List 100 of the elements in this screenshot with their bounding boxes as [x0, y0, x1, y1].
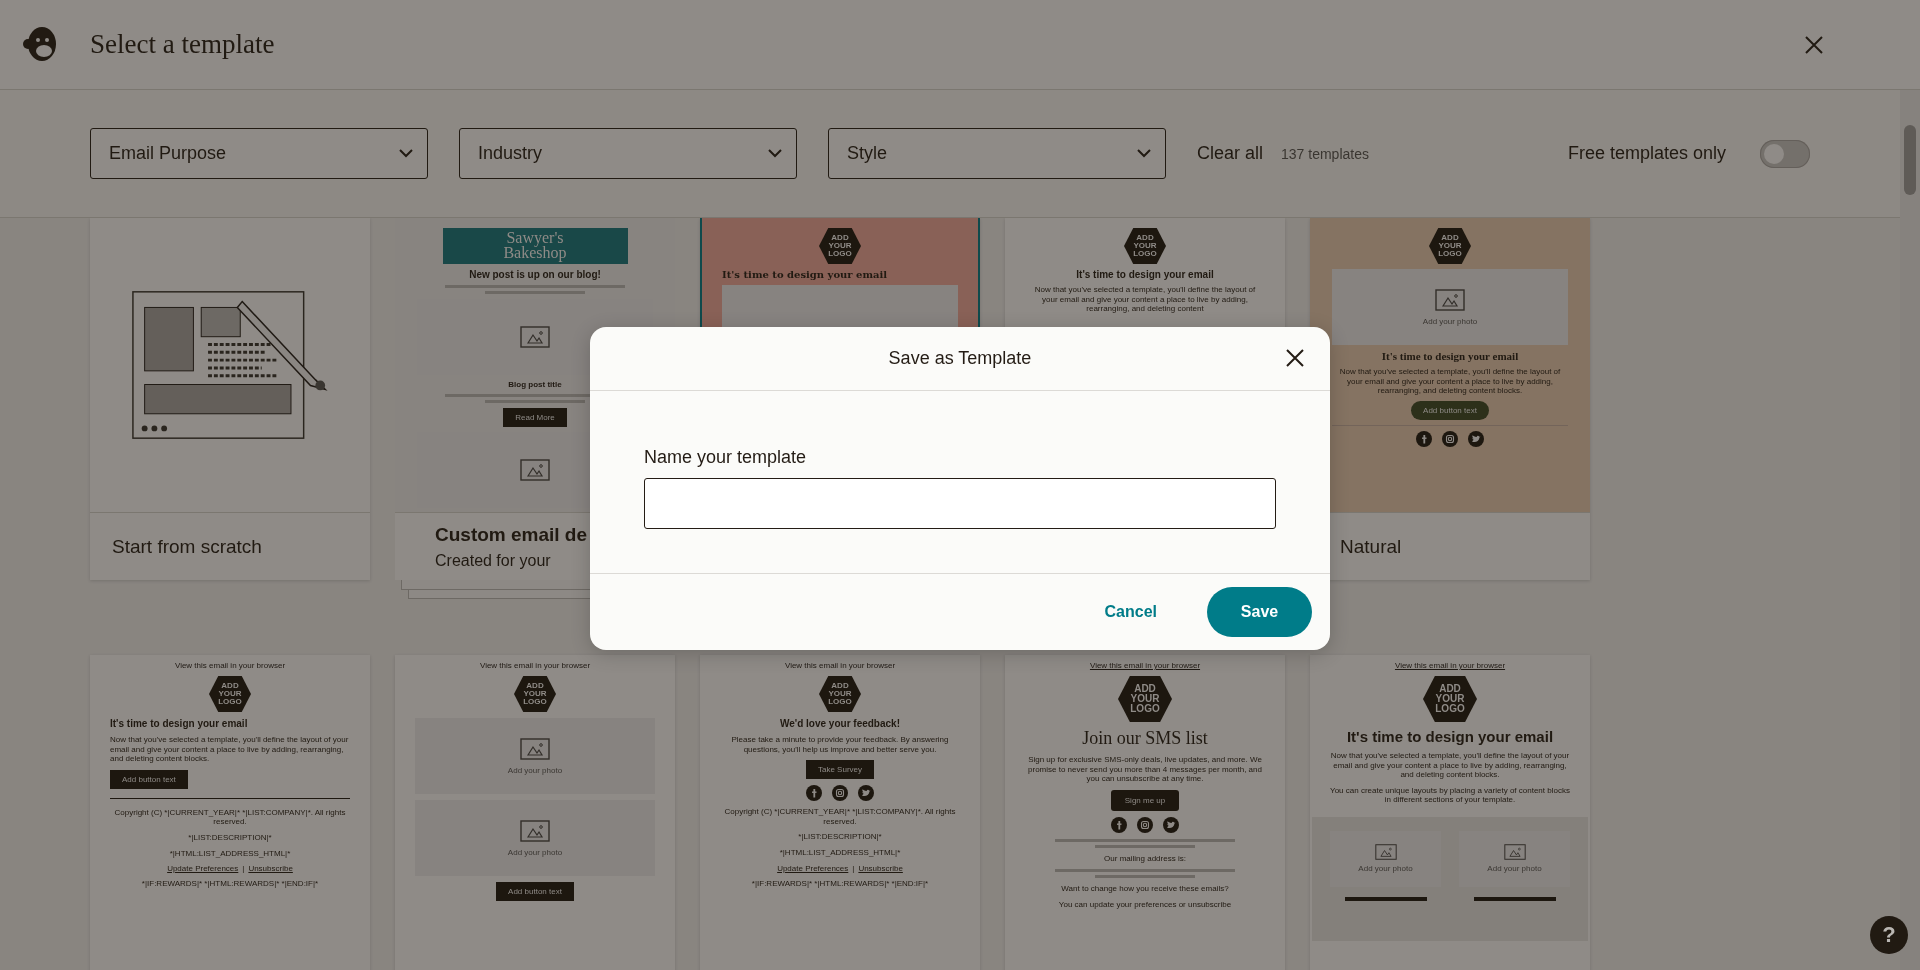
- email-text: *|IF:REWARDS|* *|HTML:REWARDS|* *|END:IF|*: [750, 878, 930, 889]
- image-icon: [1435, 288, 1465, 311]
- separator-text: |: [242, 864, 245, 874]
- bird-icon[interactable]: [858, 785, 874, 802]
- email-heading: Join our SMS list: [1081, 728, 1209, 749]
- email-heading: It's time to design your email: [1345, 728, 1555, 745]
- instagram-icon[interactable]: [832, 785, 848, 802]
- filter-dropdown[interactable]: Style: [828, 128, 1166, 179]
- filter-dropdown[interactable]: Industry: [459, 128, 797, 179]
- email-text: Our mailing address is:: [1103, 853, 1187, 864]
- template-name: Start from scratch: [112, 535, 263, 558]
- email-text: Now that you've selected a template, you'll define the layout of your email and give your content a place to live by adding, rearranging, and deleting content blocks.: [110, 735, 350, 764]
- template-card[interactable]: [1310, 218, 1590, 580]
- email-text: Now that you've selected a template, you'll define the layout of your email and give your content a place to live by adding, rearranging, and deleting content blocks.: [1338, 367, 1562, 396]
- logo-placeholder: ADD YOUR LOGO: [1429, 228, 1471, 264]
- photo-caption: Add your photo: [507, 847, 563, 857]
- email-text: *|IF:REWARDS|* *|HTML:REWARDS|* *|END:IF|*: [140, 879, 320, 889]
- cancel-button[interactable]: Cancel: [1094, 594, 1167, 629]
- scrollbar[interactable]: [1900, 90, 1920, 970]
- template-name: Custom email de: [435, 523, 589, 546]
- toggle-label: Free templates only: [1567, 143, 1726, 164]
- email-button: Add button text: [110, 769, 188, 789]
- logo-placeholder: ADD YOUR LOGO: [1124, 228, 1166, 264]
- browser-link[interactable]: View this email in your browser: [1089, 661, 1201, 670]
- image-icon: [520, 459, 550, 482]
- chevron-down-icon: [399, 149, 413, 158]
- email-text: Copyright (C) *|CURRENT_YEAR|* *|LIST:COMPANY|*. All rights reserved.: [723, 807, 957, 827]
- scrollbar-thumb[interactable]: [1904, 125, 1916, 195]
- close-icon[interactable]: [1286, 348, 1304, 367]
- template-card[interactable]: [1005, 655, 1285, 970]
- image-icon: [1503, 844, 1526, 861]
- template-card[interactable]: [1310, 655, 1590, 970]
- template-card[interactable]: View this email in your browser ADD YOUR LOGO Add your photo Add your photo Add button text: [395, 655, 675, 970]
- email-text: Now that you've selected a template, you'll define the layout of your email and give your content a place to live by adding, rearranging, and deleting content blocks.: [1330, 751, 1570, 780]
- footer-link[interactable]: Unsubscribe: [858, 863, 903, 873]
- chevron-down-icon: [1137, 149, 1151, 158]
- template-count: 137 templates: [1281, 145, 1369, 162]
- email-heading: It's time to design your email: [110, 718, 249, 729]
- email-text: You can create unique layouts by placing a variety of content blocks in different sections of your template.: [1330, 785, 1570, 805]
- email-heading: We'd love your feedback!: [779, 718, 901, 729]
- template-card[interactable]: Start from scratch: [90, 218, 370, 580]
- footer-link[interactable]: Unsubscribe: [248, 864, 293, 874]
- logo-placeholder: ADD YOUR LOGO: [819, 228, 861, 264]
- email-heading: It's time to design your email: [1380, 350, 1520, 362]
- email-text: Want to change how you receive these emails?: [1060, 884, 1230, 894]
- image-icon: [520, 819, 550, 842]
- separator-text: |: [852, 863, 855, 873]
- facebook-icon[interactable]: [1416, 430, 1432, 447]
- input-field[interactable]: [644, 477, 1276, 529]
- footer-link[interactable]: Update Preferences: [167, 864, 239, 874]
- email-text: Copyright (C) *|CURRENT_YEAR|* *|LIST:COMPANY|*. All rights reserved.: [113, 807, 347, 827]
- email-banner: Sawyer's Bakeshop: [442, 228, 628, 265]
- email-text: You can update your preferences or unsubscribe: [1057, 899, 1233, 910]
- email-text: *|LIST:DESCRIPTION|*: [187, 832, 273, 843]
- email-text: Now that you've selected a template, you'll define the layout of your email and give your content a place to live by adding, rearranging, and deleting content: [1033, 285, 1257, 314]
- page-title: Select a template: [90, 29, 275, 60]
- browser-link[interactable]: View this email in your browser: [174, 661, 286, 670]
- bird-icon[interactable]: [1163, 816, 1179, 833]
- toggle-switch[interactable]: [1760, 139, 1810, 168]
- facebook-icon[interactable]: [1111, 816, 1127, 833]
- email-button: Add button text: [1411, 400, 1489, 420]
- email-button: Read More: [503, 408, 567, 428]
- email-button: Take Survey: [806, 760, 874, 780]
- logo-placeholder: ADD YOUR LOGO: [514, 676, 556, 712]
- save-button[interactable]: Save: [1207, 586, 1312, 637]
- facebook-icon[interactable]: [806, 785, 822, 802]
- template-card[interactable]: [90, 655, 370, 970]
- bird-icon[interactable]: [1468, 430, 1484, 447]
- browser-link[interactable]: View this email in your browser: [479, 661, 591, 670]
- email-text: *|HTML:LIST_ADDRESS_HTML|*: [168, 848, 292, 859]
- logo-placeholder: ADD YOUR LOGO: [819, 676, 861, 712]
- image-icon: [520, 326, 550, 349]
- email-heading: It's time to design your email: [1075, 269, 1215, 280]
- instagram-icon[interactable]: [1442, 430, 1458, 447]
- template-description: Created for your: [435, 551, 552, 570]
- chevron-down-icon: [768, 149, 782, 158]
- email-text: *|LIST:DESCRIPTION|*: [797, 832, 883, 842]
- footer-link[interactable]: Update Preferences: [777, 863, 849, 873]
- photo-caption: Add your photo: [1487, 864, 1542, 874]
- email-button: Sign me up: [1110, 789, 1180, 811]
- image-icon: [1374, 844, 1397, 861]
- browser-link[interactable]: View this email in your browser: [784, 661, 896, 670]
- image-icon: [520, 737, 550, 760]
- email-text: Please take a minute to provide your feedback. By answering questions, you'll help us improve and better serve you.: [730, 735, 950, 755]
- browser-link[interactable]: View this email in your browser: [1394, 661, 1506, 670]
- instagram-icon[interactable]: [1137, 816, 1153, 833]
- dialog-title: Save as Template: [888, 347, 1032, 369]
- logo-placeholder: ADD YOUR LOGO: [209, 676, 251, 712]
- logo-placeholder: ADD YOUR LOGO: [1118, 676, 1172, 722]
- photo-caption: Add your photo: [1358, 864, 1413, 874]
- template-name: Natural: [1340, 535, 1403, 558]
- email-button: Add button text: [496, 882, 574, 901]
- email-heading: New post is up on our blog!: [468, 269, 602, 281]
- email-text: Sign up for exclusive SMS-only deals, live updates, and more. We promise to never send you more than 4 messages per month, and you can unsubscribe at any time.: [1027, 755, 1263, 784]
- clear-all-link[interactable]: Clear all: [1197, 143, 1264, 164]
- photo-caption: Add your photo: [1422, 316, 1478, 326]
- filter-dropdown[interactable]: Email Purpose: [90, 128, 428, 179]
- template-card[interactable]: [700, 655, 980, 970]
- email-heading: Blog post title: [507, 380, 563, 390]
- logo-placeholder: ADD YOUR LOGO: [1423, 676, 1477, 722]
